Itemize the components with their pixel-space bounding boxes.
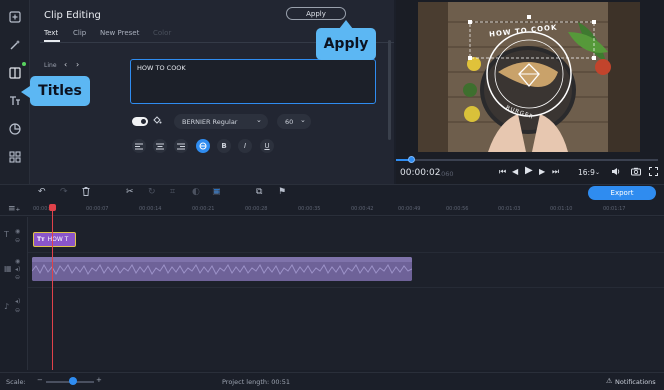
title-text-input[interactable]: HOW TO COOK <box>130 59 376 104</box>
notifications-icon[interactable]: ⚠ <box>606 377 612 385</box>
play-icon[interactable]: ▶ <box>525 165 533 176</box>
track-headers <box>0 217 28 370</box>
ruler-tick: 00:00:56 <box>446 206 469 212</box>
cut-icon[interactable]: ✂ <box>126 187 134 197</box>
current-time-frames: .060 <box>439 170 454 178</box>
zoom-out-icon[interactable]: − <box>37 376 43 384</box>
add-track-icon[interactable]: ≡₊ <box>8 204 20 214</box>
delete-icon[interactable] <box>82 187 90 199</box>
step-forward-icon[interactable]: ▶ <box>539 167 545 176</box>
ruler-tick: 00:01:17 <box>603 206 626 212</box>
redo-icon[interactable]: ↷ <box>60 187 68 197</box>
color-adjust-icon[interactable]: ◐ <box>192 187 200 197</box>
mute-icon[interactable]: ◂) <box>15 298 20 305</box>
ruler-tick: 00:00:07 <box>86 206 109 212</box>
scale-slider-handle[interactable] <box>69 377 77 385</box>
magic-wand-icon[interactable] <box>6 36 24 54</box>
chevron-down-icon: ⌄ <box>300 116 306 124</box>
title-clip[interactable]: Tт HOW T <box>33 232 76 247</box>
seek-bar[interactable] <box>396 159 658 161</box>
fullscreen-icon[interactable] <box>649 167 658 178</box>
seek-handle[interactable] <box>408 156 415 163</box>
tab-text[interactable]: Text <box>44 29 58 37</box>
ruler-tick: 00:00:42 <box>351 206 374 212</box>
marker-icon[interactable]: ⚑ <box>278 187 286 197</box>
preview-frame[interactable] <box>418 2 640 152</box>
line-label: Line <box>44 62 57 69</box>
volume-icon[interactable] <box>611 167 621 178</box>
aspect-ratio-select[interactable]: 16:9 <box>578 168 595 177</box>
more-tools-icon[interactable] <box>6 148 24 166</box>
zoom-in-icon[interactable]: + <box>96 376 102 384</box>
import-icon[interactable] <box>6 8 24 26</box>
fill-color-icon[interactable] <box>152 115 164 127</box>
current-time: 00:00:02 <box>400 168 441 178</box>
tab-color[interactable]: Color <box>153 29 171 37</box>
lock-icon[interactable]: ⊖ <box>15 237 20 244</box>
scale-label: Scale: <box>6 378 26 386</box>
eye-icon[interactable]: ◉ <box>15 228 20 235</box>
callout-titles-arrow <box>21 86 30 98</box>
outline-toggle[interactable] <box>132 117 148 126</box>
align-center-icon[interactable] <box>153 139 167 153</box>
align-right-icon[interactable] <box>174 139 188 153</box>
eye-icon[interactable]: ◉ <box>15 258 20 265</box>
video-track-icon: ▦ <box>4 264 12 273</box>
italic-icon[interactable]: I <box>238 139 252 153</box>
chevron-down-icon: ⌄ <box>256 116 262 124</box>
title-clip-label: HOW T <box>47 236 69 243</box>
underline-icon[interactable]: U <box>260 139 274 153</box>
snapshot-icon[interactable] <box>631 167 641 178</box>
transitions-icon[interactable] <box>6 64 24 82</box>
overlay-icon[interactable]: ⧉ <box>256 187 262 197</box>
lock-icon[interactable]: ⊖ <box>15 307 20 314</box>
line-next-icon[interactable]: › <box>76 60 79 69</box>
lock-icon[interactable]: ⊖ <box>15 274 20 281</box>
new-indicator-dot <box>22 62 26 66</box>
panel-title: Clip Editing <box>44 10 101 21</box>
ruler-tick: 00:00:35 <box>298 206 321 212</box>
track-separator <box>28 252 664 253</box>
line-prev-icon[interactable]: ‹ <box>64 60 67 69</box>
ruler-tick: 00:01:10 <box>550 206 573 212</box>
align-left-icon[interactable] <box>132 139 146 153</box>
text-style-icon[interactable] <box>196 139 210 153</box>
title-track-icon: T <box>4 230 9 239</box>
stickers-icon[interactable] <box>6 120 24 138</box>
undo-icon[interactable]: ↶ <box>38 187 46 197</box>
notifications-label[interactable]: Notifications <box>615 378 656 386</box>
ruler-tick: 00:01:03 <box>498 206 521 212</box>
ruler-tick: 00:00:49 <box>398 206 421 212</box>
callout-apply: Apply <box>316 28 376 60</box>
skip-start-icon[interactable]: ⏮ <box>499 167 506 177</box>
rotate-icon[interactable]: ↻ <box>148 187 156 197</box>
ruler-tick: 00:00:14 <box>139 206 162 212</box>
callout-titles: Titles <box>30 76 90 106</box>
mute-icon[interactable]: ◂) <box>15 266 20 273</box>
clip-properties-active-icon[interactable]: ≡ <box>213 187 221 197</box>
font-size-select[interactable]: 60 <box>277 114 311 129</box>
ruler-tick: 00:00:28 <box>245 206 268 212</box>
video-clip[interactable] <box>32 257 412 281</box>
track-separator <box>28 287 664 288</box>
crop-icon[interactable]: ⌗ <box>170 187 175 197</box>
tab-clip[interactable]: Clip <box>73 29 86 37</box>
project-length: Project length: 00:51 <box>222 378 291 386</box>
bold-icon[interactable]: B <box>217 139 231 153</box>
timeline-tracks[interactable] <box>0 217 664 370</box>
apply-button[interactable]: Apply <box>286 7 346 20</box>
step-back-icon[interactable]: ◀ <box>512 167 518 176</box>
font-family-select[interactable]: BERNIER Regular <box>174 114 268 129</box>
export-button[interactable]: Export <box>588 186 656 200</box>
tab-new-preset[interactable]: New Preset <box>100 29 139 37</box>
timeline-toolbar <box>0 184 664 204</box>
chevron-down-icon[interactable]: ⌄ <box>595 169 600 176</box>
panel-scrollbar[interactable] <box>388 40 391 140</box>
skip-end-icon[interactable]: ⏭ <box>552 167 559 177</box>
title-clip-icon: Tт <box>37 236 45 243</box>
ruler-tick: 00:00:21 <box>192 206 215 212</box>
playhead[interactable] <box>52 205 53 370</box>
audio-track-icon: ♪ <box>4 302 10 311</box>
